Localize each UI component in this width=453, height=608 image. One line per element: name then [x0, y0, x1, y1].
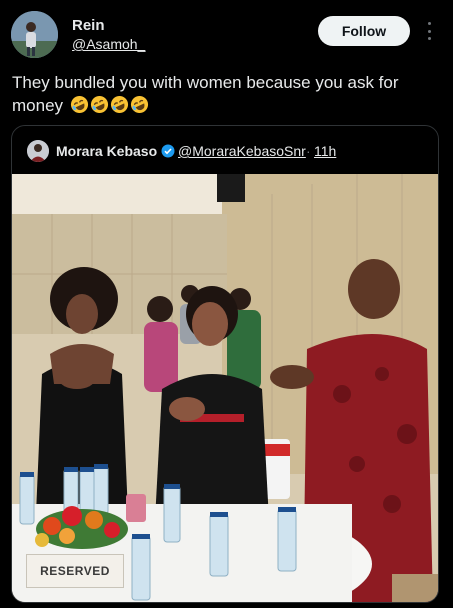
tweet-text: They bundled you with women because you … [12, 71, 442, 120]
quoted-timestamp[interactable]: 11h [314, 143, 336, 159]
rolling-on-floor-laughing-emoji [70, 95, 88, 114]
author-avatar[interactable] [11, 11, 58, 58]
reserved-card: RESERVED [26, 554, 124, 588]
separator-dot: · [306, 143, 311, 159]
follow-button[interactable]: Follow [318, 16, 410, 46]
more-vertical-icon[interactable] [423, 22, 435, 40]
author-name[interactable]: Rein [72, 17, 105, 34]
rolling-on-floor-laughing-emoji [110, 95, 128, 114]
author-handle[interactable]: @Asamoh_ [72, 36, 145, 52]
quoted-author-handle[interactable]: @MoraraKebasoSnr [178, 143, 306, 159]
quoted-tweet[interactable]: Morara Kebaso @MoraraKebasoSnr · 11h RES… [11, 125, 439, 603]
quoted-avatar-image [27, 140, 49, 162]
rolling-on-floor-laughing-emoji [130, 95, 148, 114]
verified-badge-icon [161, 144, 175, 158]
tweet-card: Rein @Asamoh_ Follow They bundled you wi… [0, 0, 453, 608]
emoji-group [70, 95, 150, 120]
quoted-author-name[interactable]: Morara Kebaso [56, 143, 157, 159]
avatar-image [11, 11, 58, 58]
event-photo[interactable]: RESERVED [12, 174, 438, 602]
photo-scene [12, 174, 438, 602]
quoted-author-avatar[interactable] [27, 140, 49, 162]
rolling-on-floor-laughing-emoji [90, 95, 108, 114]
